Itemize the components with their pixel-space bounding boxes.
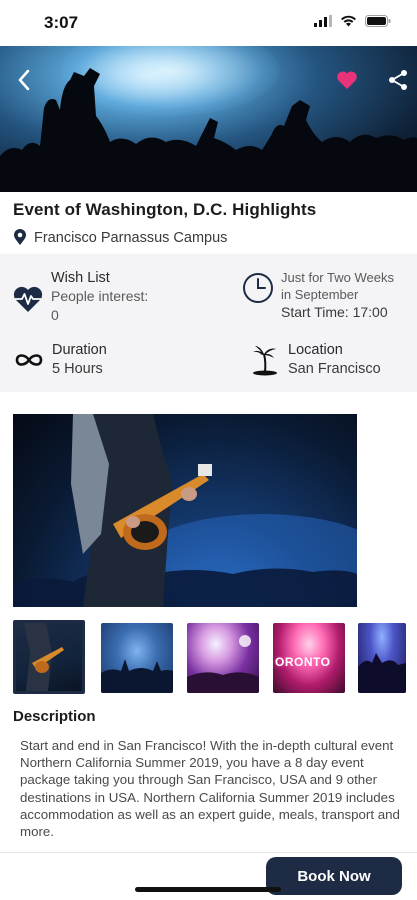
schedule-line-2: in September [281, 287, 359, 302]
description-text: Start and end in San Francisco! With the… [20, 738, 400, 840]
home-indicator [135, 887, 281, 892]
infinity-icon [15, 354, 43, 366]
guitarist-image [13, 414, 357, 607]
venue-row: Francisco Parnassus Campus [13, 229, 227, 246]
chevron-left-icon [18, 69, 30, 91]
schedule-info: Just for Two Weeks in September Start Ti… [242, 269, 394, 321]
status-bar: 3:07 [0, 0, 417, 46]
wishlist-info[interactable]: Wish List People interest: 0 [12, 270, 148, 324]
map-pin-icon [14, 229, 26, 245]
festival-thumbnail-image [187, 635, 259, 693]
duration-value: 5 Hours [52, 361, 103, 377]
bottom-divider [0, 852, 417, 853]
thumbnail-1[interactable] [13, 620, 85, 694]
favorite-button[interactable] [333, 66, 361, 94]
status-time: 3:07 [44, 13, 79, 32]
thumbnail-3[interactable] [187, 623, 259, 693]
location-label: Location [288, 342, 343, 358]
people-interest-label: People interest: [51, 288, 149, 304]
schedule-line-1: Just for Two Weeks [281, 270, 394, 285]
location-info[interactable]: Location San Francisco [252, 342, 381, 378]
event-info-panel: Wish List People interest: 0 Just for Tw… [0, 254, 417, 392]
people-interest-count: 0 [51, 307, 59, 323]
schedule-text: Just for Two Weeks in September Start Ti… [281, 269, 394, 321]
heart-icon [337, 71, 357, 89]
back-button[interactable] [10, 66, 38, 94]
hero-image [0, 46, 417, 192]
description-title: Description [13, 708, 96, 725]
battery-icon [365, 15, 391, 27]
location-text: Location San Francisco [288, 342, 381, 378]
wishlist-label: Wish List [51, 270, 110, 286]
gallery-thumbnails: ORONTO [13, 620, 417, 696]
duration-label: Duration [52, 342, 107, 358]
guitarist-thumbnail-image [24, 623, 64, 691]
palm-island-icon [253, 346, 277, 376]
thumbnail-5[interactable] [358, 623, 406, 693]
gallery-next-icon[interactable]: › [380, 502, 386, 523]
venue-name: Francisco Parnassus Campus [34, 229, 228, 246]
start-time: Start Time: 17:00 [281, 304, 388, 320]
crowd-thumbnail-image [101, 659, 173, 693]
thumbnail-sign-text: ORONTO [275, 655, 331, 669]
location-value: San Francisco [288, 361, 381, 377]
clock-icon [243, 273, 273, 303]
gallery-main-image[interactable] [13, 414, 357, 607]
duration-info: Duration 5 Hours [13, 342, 107, 378]
event-title: Event of Washington, D.C. Highlights [13, 200, 317, 219]
heartbeat-icon [13, 286, 43, 312]
status-icons [314, 15, 391, 27]
signal-icon [314, 15, 332, 27]
wishlist-text: Wish List People interest: 0 [51, 270, 148, 324]
wifi-icon [341, 15, 356, 27]
share-icon [389, 70, 407, 90]
audience-thumbnail-image [358, 653, 406, 693]
thumbnail-4[interactable]: ORONTO [273, 623, 345, 693]
thumbnail-2[interactable] [101, 623, 173, 693]
book-now-button[interactable]: Book Now [266, 857, 402, 895]
duration-text: Duration 5 Hours [52, 342, 107, 378]
share-button[interactable] [384, 66, 412, 94]
